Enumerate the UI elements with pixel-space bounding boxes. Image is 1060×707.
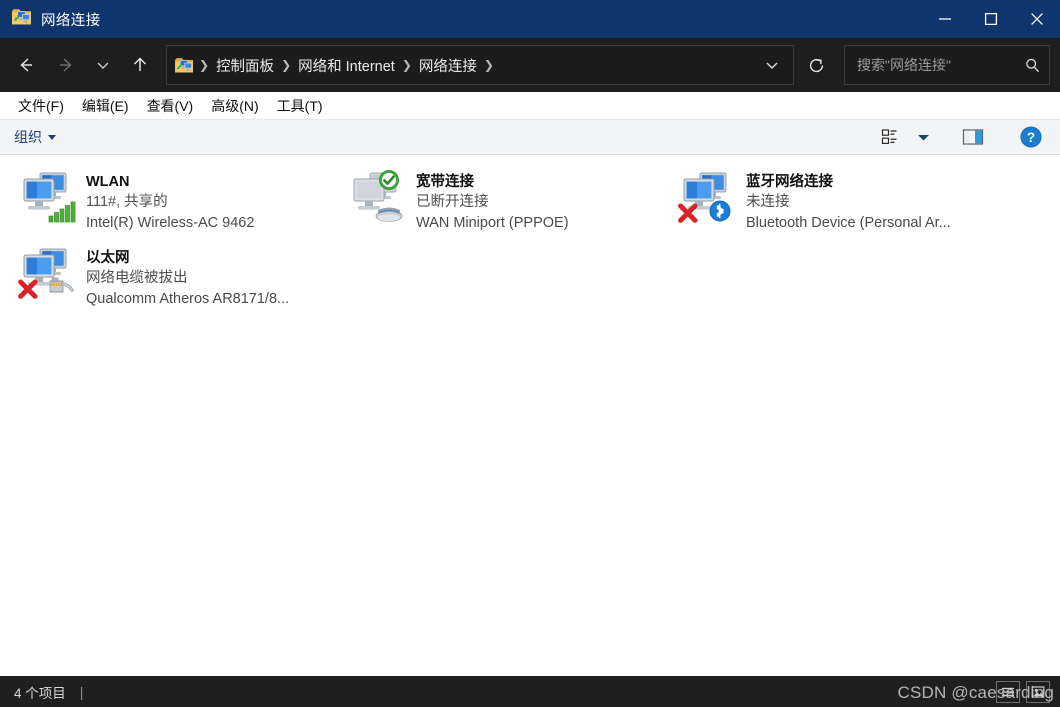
- details-view-button[interactable]: [996, 680, 1020, 703]
- search-input[interactable]: [855, 56, 1024, 74]
- back-arrow-icon: [20, 58, 32, 72]
- organize-button[interactable]: 组织: [14, 127, 56, 147]
- up-arrow-icon: [133, 57, 147, 71]
- connection-device: Bluetooth Device (Personal Ar...: [746, 215, 951, 231]
- red-x-icon: [676, 201, 700, 230]
- search-icon[interactable]: [1024, 57, 1041, 74]
- status-divider: |: [79, 683, 84, 700]
- breadcrumb-separator-0: ❯: [199, 58, 210, 72]
- address-bar[interactable]: ❯ 控制面板 ❯ 网络和 Internet ❯ 网络连接 ❯: [166, 45, 794, 85]
- network-adapter-disabled-icon: [348, 169, 412, 229]
- view-options-button[interactable]: [872, 123, 910, 151]
- preview-pane-button[interactable]: [954, 123, 992, 151]
- connection-device: Qualcomm Atheros AR8171/8...: [86, 291, 290, 307]
- connection-name: 以太网: [86, 250, 130, 266]
- large-icons-view-button[interactable]: [1026, 680, 1050, 703]
- connection-item-bluetooth[interactable]: 蓝牙网络连接 未连接 Bluetooth Device (Personal Ar…: [664, 163, 994, 239]
- menu-item-file[interactable]: 文件(F): [10, 93, 74, 119]
- connection-name: 蓝牙网络连接: [746, 174, 833, 190]
- chevron-down-icon: [97, 62, 109, 69]
- menu-item-edit[interactable]: 编辑(E): [74, 93, 139, 119]
- connection-status: 已断开连接: [416, 194, 489, 210]
- title-bar-left: 网络连接: [0, 8, 101, 31]
- refresh-button[interactable]: [796, 45, 836, 85]
- modem-icon: [374, 201, 404, 228]
- connection-status: 网络电缆被拔出: [86, 270, 188, 286]
- rj45-plug-icon: [44, 275, 74, 304]
- connection-status: 111#, 共享的: [86, 194, 168, 210]
- connection-device: WAN Miniport (PPPOE): [416, 215, 569, 231]
- breadcrumb-item-network-connections[interactable]: 网络连接: [413, 53, 483, 78]
- connection-item-ethernet[interactable]: 以太网 网络电缆被拔出 Qualcomm Atheros AR8171/8...: [4, 239, 334, 315]
- connections-content-area[interactable]: WLAN 111#, 共享的 Intel(R) Wireless-AC 9462: [0, 155, 1060, 676]
- connection-text-bluetooth: 蓝牙网络连接 未连接 Bluetooth Device (Personal Ar…: [742, 169, 951, 234]
- search-box[interactable]: [844, 45, 1050, 85]
- connection-status: 未连接: [746, 194, 790, 210]
- view-mode-buttons: [996, 680, 1054, 703]
- window-controls: [922, 0, 1060, 38]
- connection-text-wlan: WLAN 111#, 共享的 Intel(R) Wireless-AC 9462: [82, 169, 254, 234]
- navigation-bar: ❯ 控制面板 ❯ 网络和 Internet ❯ 网络连接 ❯: [0, 38, 1060, 92]
- large-icons-view-icon: [1031, 685, 1045, 698]
- breadcrumb-network-icon: [175, 57, 194, 74]
- breadcrumb: ❯ 控制面板 ❯ 网络和 Internet ❯ 网络连接 ❯: [175, 53, 755, 78]
- svg-text:?: ?: [1027, 130, 1035, 145]
- network-connections-window: 网络连接 ❯ 控制面板 ❯ 网络和 Internet ❯ 网络连接 ❯ 搜索"网…: [0, 0, 1060, 707]
- recent-locations-button[interactable]: [86, 45, 120, 85]
- window-title: 网络连接: [41, 12, 101, 29]
- chevron-down-icon: [766, 62, 778, 69]
- view-options-dropdown[interactable]: [912, 133, 934, 142]
- signal-bars-icon: [48, 199, 76, 228]
- forward-arrow-icon: [60, 58, 72, 72]
- connection-text-broadband: 宽带连接 已断开连接 WAN Miniport (PPPOE): [412, 169, 569, 234]
- connection-item-wlan[interactable]: WLAN 111#, 共享的 Intel(R) Wireless-AC 9462: [4, 163, 334, 239]
- breadcrumb-separator-3[interactable]: ❯: [483, 58, 495, 72]
- refresh-icon: [809, 58, 823, 72]
- menu-item-view[interactable]: 查看(V): [139, 93, 204, 119]
- forward-button[interactable]: [46, 45, 86, 85]
- green-check-icon: [378, 169, 400, 196]
- chevron-down-icon: [917, 134, 929, 140]
- preview-pane-icon: [962, 129, 984, 145]
- menu-item-advanced[interactable]: 高级(N): [203, 93, 268, 119]
- network-adapter-icon: [18, 171, 82, 229]
- network-adapter-icon: [678, 171, 742, 229]
- network-connections-folder-icon: [12, 8, 32, 31]
- breadcrumb-item-control-panel[interactable]: 控制面板: [210, 53, 280, 78]
- back-button[interactable]: [6, 45, 46, 85]
- command-toolbar: 组织 ?: [0, 120, 1060, 155]
- connection-item-broadband[interactable]: 宽带连接 已断开连接 WAN Miniport (PPPOE): [334, 163, 664, 239]
- status-bar: 4 个项目 | CSDN @caesarding: [0, 676, 1060, 707]
- breadcrumb-separator-2[interactable]: ❯: [401, 58, 413, 72]
- toolbar-right-group: ?: [872, 123, 1050, 151]
- breadcrumb-separator-1[interactable]: ❯: [280, 58, 292, 72]
- connection-text-ethernet: 以太网 网络电缆被拔出 Qualcomm Atheros AR8171/8...: [82, 245, 289, 310]
- caret-down-icon: [48, 134, 56, 140]
- menu-item-tools[interactable]: 工具(T): [269, 93, 333, 119]
- close-button[interactable]: [1014, 0, 1060, 38]
- menu-bar: 文件(F) 编辑(E) 查看(V) 高级(N) 工具(T): [0, 92, 1060, 120]
- help-button[interactable]: ?: [1012, 123, 1050, 151]
- network-adapter-icon: [18, 247, 82, 305]
- title-bar: 网络连接: [0, 0, 1060, 38]
- connection-name: WLAN: [86, 174, 130, 190]
- red-x-icon: [16, 277, 40, 306]
- maximize-button[interactable]: [968, 0, 1014, 38]
- item-count-label: 4 个项目: [14, 685, 66, 701]
- organize-label: 组织: [14, 129, 42, 145]
- connection-device: Intel(R) Wireless-AC 9462: [86, 215, 255, 231]
- help-question-icon: ?: [1020, 126, 1042, 148]
- connections-list: WLAN 111#, 共享的 Intel(R) Wireless-AC 9462: [0, 155, 1060, 315]
- connection-name: 宽带连接: [416, 174, 474, 190]
- details-view-icon: [1002, 687, 1014, 696]
- minimize-button[interactable]: [922, 0, 968, 38]
- breadcrumb-item-network-internet[interactable]: 网络和 Internet: [292, 53, 401, 78]
- address-dropdown-button[interactable]: [755, 47, 789, 83]
- up-button[interactable]: [120, 45, 160, 85]
- bluetooth-icon: [708, 199, 732, 228]
- view-options-icon: [881, 129, 897, 144]
